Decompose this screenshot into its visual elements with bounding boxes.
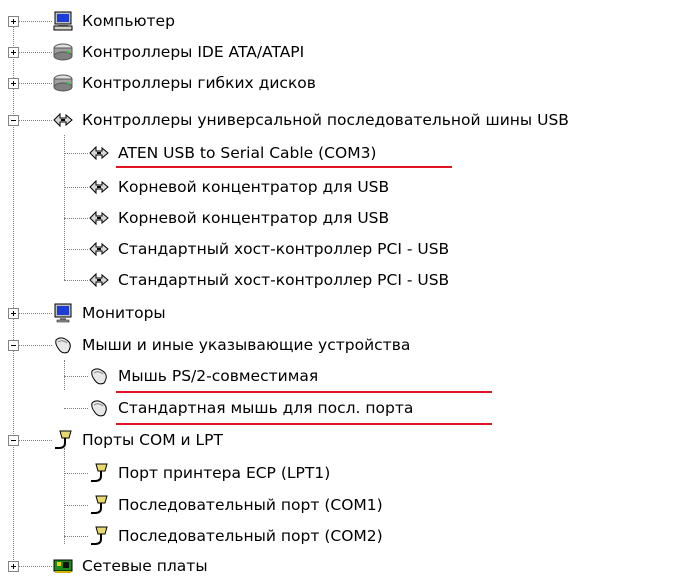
mouse-icon (91, 400, 107, 417)
expand-plus-icon[interactable] (8, 78, 19, 89)
tree-item-com1[interactable]: Последовательный порт (COM1) (0, 490, 687, 520)
collapse-minus-icon[interactable] (8, 115, 19, 126)
device-manager-tree: Компьютер Контроллеры IDE ATA/ATAPI Конт… (0, 0, 687, 578)
usb-icon (89, 179, 109, 195)
tree-item-label: Контроллеры IDE ATA/ATAPI (82, 43, 305, 61)
network-card-icon (53, 559, 73, 573)
tree-connector (19, 440, 52, 441)
tree-item-label: ATEN USB to Serial Cable (COM3) (118, 144, 377, 162)
tree-item-label: Последовательный порт (COM2) (118, 527, 383, 545)
tree-item-pci-usb-host-1[interactable]: Стандартный хост-контроллер PCI - USB (0, 234, 687, 264)
highlight-underline (116, 166, 452, 168)
tree-connector (64, 153, 88, 154)
usb-icon (53, 112, 73, 128)
expand-plus-icon[interactable] (8, 308, 19, 319)
tree-item-label: Последовательный порт (COM1) (118, 496, 383, 514)
tree-item-label: Корневой концентратор для USB (118, 178, 390, 196)
tree-item-label: Мыши и иные указывающие устройства (82, 336, 411, 354)
tree-item-floppy-controllers[interactable]: Контроллеры гибких дисков (0, 68, 687, 98)
monitor-icon (54, 303, 72, 323)
port-connector-icon (91, 526, 108, 545)
tree-connector (19, 52, 52, 53)
usb-icon (89, 272, 109, 288)
disk-controller-icon (53, 74, 73, 92)
tree-item-lpt1[interactable]: Порт принтера ECP (LPT1) (0, 458, 687, 488)
tree-item-mice[interactable]: Мыши и иные указывающие устройства (0, 330, 687, 360)
tree-connector (64, 249, 88, 250)
tree-connector (64, 536, 88, 537)
usb-icon (89, 241, 109, 257)
port-connector-icon (91, 495, 108, 514)
tree-connector (64, 473, 88, 474)
tree-item-label: Контроллеры универсальной последовательн… (82, 111, 569, 129)
tree-item-ide-controllers[interactable]: Контроллеры IDE ATA/ATAPI (0, 37, 687, 67)
tree-item-pci-usb-host-2[interactable]: Стандартный хост-контроллер PCI - USB (0, 265, 687, 295)
tree-connector (19, 566, 52, 567)
tree-connector (64, 408, 88, 409)
tree-connector (19, 83, 52, 84)
expand-plus-icon[interactable] (8, 16, 19, 27)
expand-plus-icon[interactable] (8, 561, 19, 572)
tree-item-label: Порт принтера ECP (LPT1) (118, 464, 331, 482)
disk-controller-icon (53, 43, 73, 61)
tree-item-ports[interactable]: Порты COM и LPT (0, 425, 687, 455)
tree-item-label: Корневой концентратор для USB (118, 209, 390, 227)
tree-item-serial-mouse[interactable]: Стандартная мышь для посл. порта (0, 393, 687, 423)
tree-connector (64, 505, 88, 506)
tree-item-label: Компьютер (82, 12, 175, 30)
tree-item-usb-controllers[interactable]: Контроллеры универсальной последовательн… (0, 105, 687, 135)
tree-item-label: Сетевые платы (82, 557, 208, 575)
tree-connector (64, 280, 88, 281)
tree-item-label: Контроллеры гибких дисков (82, 74, 316, 92)
tree-item-computer[interactable]: Компьютер (0, 6, 687, 36)
tree-connector (19, 21, 52, 22)
tree-item-com2[interactable]: Последовательный порт (COM2) (0, 521, 687, 551)
tree-item-ps2-mouse[interactable]: Мышь PS/2-совместимая (0, 361, 687, 391)
tree-connector (64, 187, 88, 188)
tree-item-usb-root-hub-2[interactable]: Корневой концентратор для USB (0, 203, 687, 233)
collapse-minus-icon[interactable] (8, 435, 19, 446)
tree-item-monitors[interactable]: Мониторы (0, 298, 687, 328)
tree-item-label: Стандартная мышь для посл. порта (118, 399, 414, 417)
tree-connector (64, 376, 88, 377)
tree-item-usb-root-hub-1[interactable]: Корневой концентратор для USB (0, 172, 687, 202)
usb-icon (89, 210, 109, 226)
tree-connector (19, 345, 52, 346)
tree-connector (19, 313, 52, 314)
tree-item-label: Мышь PS/2-совместимая (118, 367, 319, 385)
tree-item-label: Стандартный хост-контроллер PCI - USB (118, 271, 450, 289)
computer-icon (53, 11, 73, 31)
mouse-icon (91, 368, 107, 385)
port-connector-icon (55, 430, 72, 449)
tree-connector (64, 218, 88, 219)
tree-item-label: Стандартный хост-контроллер PCI - USB (118, 240, 450, 258)
tree-item-label: Порты COM и LPT (82, 431, 223, 449)
port-connector-icon (91, 463, 108, 482)
usb-icon (89, 145, 109, 161)
tree-item-network-adapters[interactable]: Сетевые платы (0, 551, 687, 581)
tree-connector (19, 120, 52, 121)
mouse-icon (55, 337, 71, 354)
expand-plus-icon[interactable] (8, 47, 19, 58)
collapse-minus-icon[interactable] (8, 340, 19, 351)
tree-item-label: Мониторы (82, 304, 166, 322)
tree-item-aten-usb-serial[interactable]: ATEN USB to Serial Cable (COM3) (0, 138, 687, 168)
